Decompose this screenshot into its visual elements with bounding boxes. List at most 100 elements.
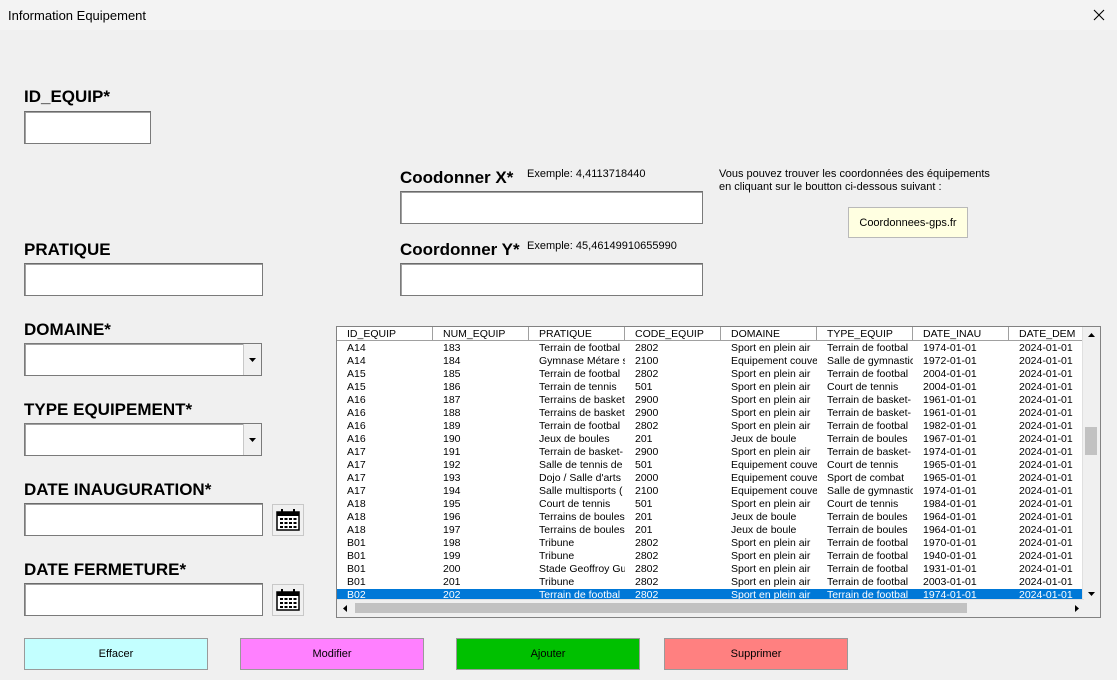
table-cell: Jeux de boule <box>731 511 797 523</box>
table-cell: 1964-01-01 <box>923 511 977 523</box>
domaine-dropdown-button[interactable] <box>243 344 261 375</box>
table-cell: 193 <box>443 472 461 484</box>
table-row[interactable]: A16 187 Terrains de basket 2900 Sport en ple… <box>337 394 1084 407</box>
type-equipement-dropdown-button[interactable] <box>243 424 261 455</box>
table-cell: A17 <box>347 459 366 471</box>
coord-x-label: Coodonner X* <box>400 168 514 187</box>
table-cell: Terrain de basket- <box>827 394 912 406</box>
table-cell: Equipement couve <box>731 459 817 471</box>
table-cell: Terrain de basket- <box>827 407 912 419</box>
table-cell: 1970-01-01 <box>923 537 977 549</box>
table-cell: Equipement couve <box>731 472 817 484</box>
date-inauguration-input[interactable] <box>24 503 263 536</box>
date-inauguration-calendar-button[interactable] <box>272 504 304 536</box>
table-cell: Salle de tennis de <box>539 459 623 471</box>
table-cell: Terrain de boules <box>827 524 908 536</box>
table-cell: 1974-01-01 <box>923 485 977 497</box>
modifier-button[interactable]: Modifier <box>240 638 424 670</box>
table-cell: 186 <box>443 381 461 393</box>
table-cell: A16 <box>347 420 366 432</box>
gps-website-button[interactable]: Coordonnees-gps.fr <box>848 207 968 238</box>
table-cell: 2802 <box>635 420 659 432</box>
table-row[interactable]: A17 192 Salle de tennis de 501 Equipement co… <box>337 459 1084 472</box>
table-cell: 190 <box>443 433 461 445</box>
table-cell: 201 <box>635 511 653 523</box>
table-cell: A16 <box>347 407 366 419</box>
table-cell: 1940-01-01 <box>923 550 977 562</box>
equipment-listbox[interactable]: ID_EQUIP NUM_EQUIP PRATIQUE CODE_EQUIP DOMAI… <box>336 326 1101 618</box>
column-header: CODE_EQUIP <box>625 327 721 341</box>
type-equipement-combobox[interactable] <box>24 423 262 456</box>
table-cell: 199 <box>443 550 461 562</box>
pratique-label: PRATIQUE <box>24 240 111 259</box>
table-cell: 501 <box>635 381 653 393</box>
table-cell: Court de tennis <box>827 498 899 510</box>
table-cell: 2900 <box>635 407 659 419</box>
table-cell: Sport en plein air <box>731 446 811 458</box>
scroll-up-button[interactable] <box>1083 327 1099 343</box>
chevron-up-icon <box>1087 332 1095 337</box>
ajouter-button[interactable]: Ajouter <box>456 638 640 670</box>
table-row[interactable]: A15 185 Terrain de footbal 2802 Sport en ple… <box>337 368 1084 381</box>
table-cell: Salle de gymnastic <box>827 485 913 497</box>
table-row[interactable]: A18 196 Terrains de boules 201 Jeux de boule… <box>337 511 1084 524</box>
column-header: DOMAINE <box>721 327 817 341</box>
table-row[interactable]: A16 189 Terrain de footbal 2802 Sport en ple… <box>337 420 1084 433</box>
coord-y-label: Coordonner Y* <box>400 240 520 259</box>
table-cell: 1984-01-01 <box>923 498 977 510</box>
vertical-scroll-thumb[interactable] <box>1085 427 1097 455</box>
table-cell: Terrain de footbal <box>827 420 909 432</box>
table-row[interactable]: A17 191 Terrain de basket- 2900 Sport en ple… <box>337 446 1084 459</box>
column-header: NUM_EQUIP <box>433 327 529 341</box>
date-fermeture-input[interactable] <box>24 583 263 616</box>
table-cell: 200 <box>443 563 461 575</box>
table-cell: Terrain de footbal <box>539 342 621 354</box>
table-cell: 2000 <box>635 472 659 484</box>
domaine-label: DOMAINE* <box>24 320 111 339</box>
table-row[interactable]: A18 195 Court de tennis 501 Sport en plein a… <box>337 498 1084 511</box>
table-cell: 501 <box>635 459 653 471</box>
table-cell: B01 <box>347 563 366 575</box>
scroll-left-button[interactable] <box>337 600 353 616</box>
table-cell: 1967-01-01 <box>923 433 977 445</box>
scroll-down-button[interactable] <box>1083 585 1099 601</box>
table-row[interactable]: A14 184 Gymnase Métare s 2100 Equipement cou… <box>337 355 1084 368</box>
vertical-scrollbar[interactable] <box>1082 327 1100 601</box>
table-row[interactable]: A17 193 Dojo / Salle d'arts 2000 Equipement … <box>337 472 1084 485</box>
horizontal-scroll-thumb[interactable] <box>355 603 967 613</box>
table-row[interactable]: B01 198 Tribune 2802 Sport en plein air Terra… <box>337 537 1084 550</box>
table-row[interactable]: A16 190 Jeux de boules 201 Jeux de boule Terr… <box>337 433 1084 446</box>
table-cell: B01 <box>347 537 366 549</box>
coord-y-input[interactable] <box>400 263 703 296</box>
table-row[interactable]: A14 183 Terrain de footbal 2802 Sport en ple… <box>337 342 1084 355</box>
id-equip-input[interactable] <box>24 111 151 144</box>
table-row[interactable]: A18 197 Terrains de boules 201 Jeux de boule… <box>337 524 1084 537</box>
supprimer-button[interactable]: Supprimer <box>664 638 848 670</box>
table-row[interactable]: A17 194 Salle multisports (2100 Equipement … <box>337 485 1084 498</box>
table-cell: Sport en plein air <box>731 342 811 354</box>
table-cell: 1965-01-01 <box>923 459 977 471</box>
table-cell: Terrain de boules <box>827 511 908 523</box>
table-row[interactable]: B01 199 Tribune 2802 Sport en plein air Terra… <box>337 550 1084 563</box>
horizontal-scrollbar[interactable] <box>337 599 1084 617</box>
table-cell: Equipement couve <box>731 485 817 497</box>
table-cell: 2100 <box>635 355 659 367</box>
close-button[interactable] <box>1081 0 1117 30</box>
table-cell: A18 <box>347 511 366 523</box>
pratique-input[interactable] <box>24 263 263 296</box>
table-row[interactable]: B01 201 Tribune 2802 Sport en plein air Terra… <box>337 576 1084 589</box>
table-cell: Terrains de basket <box>539 407 625 419</box>
table-row[interactable]: A16 188 Terrains de basket 2900 Sport en ple… <box>337 407 1084 420</box>
domaine-combobox[interactable] <box>24 343 262 376</box>
table-cell: Court de tennis <box>539 498 611 510</box>
table-cell: 2900 <box>635 394 659 406</box>
date-fermeture-calendar-button[interactable] <box>272 584 304 616</box>
table-cell: Terrain de footbal <box>827 537 909 549</box>
table-cell: 184 <box>443 355 461 367</box>
coord-x-input[interactable] <box>400 191 703 224</box>
scroll-right-button[interactable] <box>1068 600 1084 616</box>
table-row[interactable]: B01 200 Stade Geoffroy Gu 2802 Sport en plei… <box>337 563 1084 576</box>
table-cell: Salle de gymnastic <box>827 355 913 367</box>
table-row[interactable]: A15 186 Terrain de tennis 501 Sport en plein… <box>337 381 1084 394</box>
effacer-button[interactable]: Effacer <box>24 638 208 670</box>
